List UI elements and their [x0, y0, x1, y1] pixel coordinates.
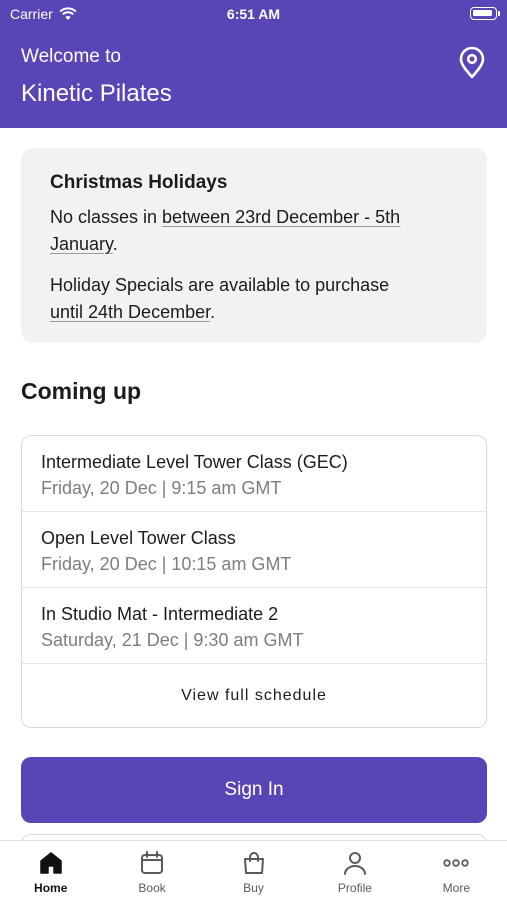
upcoming-classes-list: Intermediate Level Tower Class (GEC) Fri… [21, 435, 487, 728]
tab-book-label: Book [138, 881, 166, 895]
tab-profile[interactable]: Profile [304, 841, 405, 900]
battery-icon [470, 7, 500, 20]
person-icon [343, 852, 366, 875]
shopping-bag-icon [243, 852, 264, 874]
sign-in-button[interactable]: Sign In [21, 757, 487, 823]
tab-home[interactable]: Home [0, 841, 101, 900]
location-pin-icon [459, 46, 485, 79]
tab-book[interactable]: Book [101, 841, 202, 900]
coming-up-heading: Coming up [21, 378, 142, 404]
tab-more[interactable]: More [406, 841, 507, 900]
status-time: 6:51 AM [226, 6, 281, 22]
notice-dates-link[interactable]: between 23rd December - 5th [162, 207, 400, 227]
calendar-icon [141, 851, 164, 874]
class-time: Saturday, 21 Dec | 9:30 am GMT [41, 630, 304, 650]
holiday-notice-card: Christmas Holidays No classes in between… [21, 148, 487, 343]
home-icon [39, 852, 62, 874]
view-full-schedule-button[interactable]: View full schedule [22, 664, 486, 727]
notice-line-2: Holiday Specials are available to purcha… [50, 272, 458, 326]
notice-line-1: No classes in between 23rd December - 5t… [50, 204, 458, 258]
notice-dates-link-end[interactable]: January [50, 234, 113, 254]
bottom-tab-bar: Home Book Buy Profile More [0, 840, 507, 900]
more-dots-icon [443, 859, 470, 867]
status-bar: Carrier 6:51 AM [0, 0, 507, 28]
class-time: Friday, 20 Dec | 10:15 am GMT [41, 554, 292, 574]
notice-line1-suffix: . [112, 234, 118, 254]
class-time: Friday, 20 Dec | 9:15 am GMT [41, 478, 282, 498]
class-name: Open Level Tower Class [41, 528, 236, 548]
tab-profile-label: Profile [337, 881, 372, 895]
class-name: Intermediate Level Tower Class (GEC) [41, 452, 348, 472]
welcome-text: Welcome to [21, 46, 121, 67]
notice-line1-prefix: No classes in [50, 207, 163, 227]
studio-name: Kinetic Pilates [21, 80, 172, 107]
notice-title: Christmas Holidays [50, 172, 228, 193]
class-row[interactable]: Intermediate Level Tower Class (GEC) Fri… [22, 436, 486, 512]
tab-buy[interactable]: Buy [203, 841, 304, 900]
app-header: Welcome to Kinetic Pilates [0, 28, 507, 128]
class-row[interactable]: In Studio Mat - Intermediate 2 Saturday,… [22, 588, 486, 664]
tab-buy-label: Buy [243, 881, 264, 895]
class-row[interactable]: Open Level Tower Class Friday, 20 Dec | … [22, 512, 486, 588]
notice-line2-prefix: Holiday Specials are available to purcha… [50, 275, 390, 295]
notice-specials-link[interactable]: until 24th December [50, 302, 210, 322]
class-name: In Studio Mat - Intermediate 2 [41, 604, 279, 624]
tab-more-label: More [442, 881, 470, 895]
location-button[interactable] [457, 46, 487, 80]
notice-line2-suffix: . [210, 302, 216, 322]
tab-home-label: Home [34, 881, 68, 895]
